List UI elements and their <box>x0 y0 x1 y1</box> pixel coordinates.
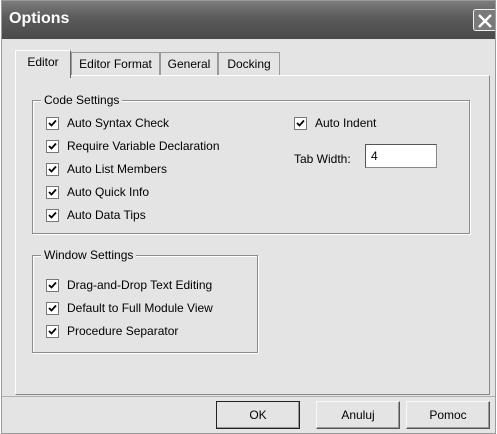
help-button[interactable]: Pomoc <box>406 401 490 429</box>
ok-button[interactable]: OK <box>216 401 300 429</box>
checkbox[interactable] <box>46 208 59 222</box>
auto-indent-option[interactable]: Auto Indent <box>294 115 376 131</box>
checkbox[interactable] <box>46 162 59 176</box>
checkmark-icon <box>296 119 305 127</box>
checkbox-label: Auto List Members <box>67 162 168 176</box>
tab-label: Editor Format <box>79 57 152 71</box>
checkbox-label: Procedure Separator <box>67 324 179 338</box>
tab-width-label: Tab Width: <box>294 152 351 166</box>
window-title: Options <box>9 10 70 27</box>
tab-label: General <box>167 57 211 71</box>
full-module-view-option[interactable]: Default to Full Module View <box>46 300 213 316</box>
checkbox[interactable] <box>46 278 59 292</box>
checkbox-label: Auto Indent <box>315 116 377 130</box>
cancel-button[interactable]: Anuluj <box>316 401 400 429</box>
checkbox-label: Auto Data Tips <box>67 208 146 222</box>
checkbox-label: Drag-and-Drop Text Editing <box>67 278 213 292</box>
checkbox[interactable] <box>46 324 59 338</box>
checkmark-icon <box>48 142 57 150</box>
checkmark-icon <box>48 304 57 312</box>
checkmark-icon <box>48 119 57 127</box>
checkmark-icon <box>48 211 57 219</box>
auto-data-tips-option[interactable]: Auto Data Tips <box>46 207 146 223</box>
group-label: Window Settings <box>41 248 137 262</box>
close-button[interactable] <box>473 9 495 31</box>
divider <box>2 396 495 397</box>
auto-list-members-option[interactable]: Auto List Members <box>46 161 167 177</box>
checkbox-label: Auto Syntax Check <box>67 116 170 130</box>
checkbox[interactable] <box>46 301 59 315</box>
checkmark-icon <box>48 165 57 173</box>
checkbox[interactable] <box>294 116 307 130</box>
checkmark-icon <box>48 188 57 196</box>
checkbox-label: Require Variable Declaration <box>67 139 220 153</box>
checkmark-icon <box>48 327 57 335</box>
checkbox-label: Default to Full Module View <box>67 301 213 315</box>
checkbox[interactable] <box>46 116 59 130</box>
group-label: Code Settings <box>41 93 123 107</box>
options-dialog: Options Editor Editor Format General Doc… <box>1 0 496 434</box>
auto-quick-info-option[interactable]: Auto Quick Info <box>46 184 149 200</box>
title-bar[interactable]: Options <box>2 1 495 39</box>
checkmark-icon <box>48 281 57 289</box>
tab-docking[interactable]: Docking <box>218 52 280 76</box>
checkbox-label: Auto Quick Info <box>67 185 150 199</box>
drag-and-drop-option[interactable]: Drag-and-Drop Text Editing <box>46 277 212 293</box>
tab-label: Docking <box>227 57 271 71</box>
checkbox[interactable] <box>46 185 59 199</box>
tab-general[interactable]: General <box>160 52 218 76</box>
checkbox[interactable] <box>46 139 59 153</box>
auto-syntax-check-option[interactable]: Auto Syntax Check <box>46 115 169 131</box>
tab-width-input[interactable]: 4 <box>365 144 437 168</box>
tab-editor-format[interactable]: Editor Format <box>71 52 160 76</box>
require-variable-declaration-option[interactable]: Require Variable Declaration <box>46 138 220 154</box>
tab-editor[interactable]: Editor <box>15 50 71 78</box>
procedure-separator-option[interactable]: Procedure Separator <box>46 323 178 339</box>
tab-label: Editor <box>27 55 59 69</box>
